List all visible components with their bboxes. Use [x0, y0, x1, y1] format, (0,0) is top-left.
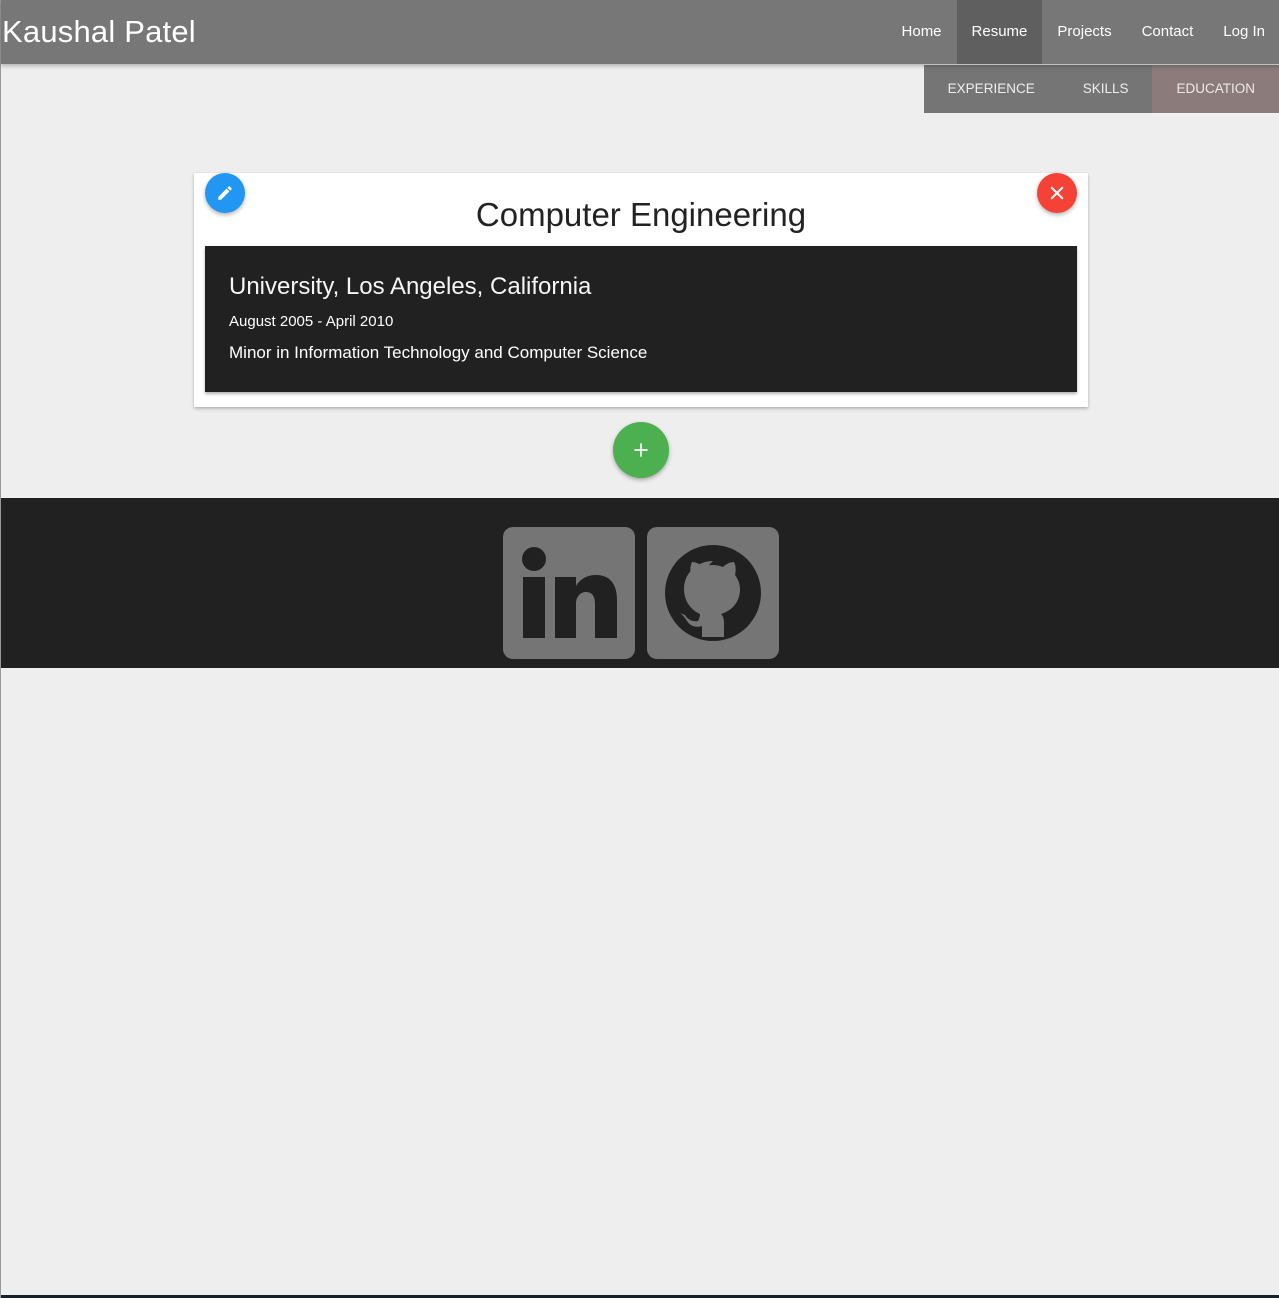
linkedin-link[interactable] [503, 527, 635, 659]
tab-skills[interactable]: SKILLS [1058, 65, 1153, 113]
nav-links: Home Resume Projects Contact Log In [887, 0, 1279, 64]
nav-home[interactable]: Home [887, 0, 957, 64]
github-link[interactable] [647, 527, 779, 659]
close-icon [1050, 186, 1064, 200]
linkedin-icon [522, 547, 617, 638]
resume-subtabs: EXPERIENCE SKILLS EDUCATION [923, 65, 1279, 113]
tab-education[interactable]: EDUCATION [1152, 65, 1279, 113]
entry-school: University, Los Angeles, California [229, 273, 592, 300]
brand-title[interactable]: Kaushal Patel [2, 14, 196, 50]
nav-projects[interactable]: Projects [1042, 0, 1126, 64]
entry-dates: August 2005 - April 2010 [229, 313, 394, 330]
nav-resume[interactable]: Resume [956, 0, 1043, 64]
delete-button[interactable] [1037, 173, 1077, 213]
add-entry-button[interactable] [613, 422, 669, 478]
tab-experience[interactable]: EXPERIENCE [923, 65, 1059, 113]
footer [1, 498, 1279, 668]
card-title: Computer Engineering [475, 196, 807, 233]
nav-contact[interactable]: Contact [1127, 0, 1209, 64]
education-entry: University, Los Angeles, California Augu… [205, 246, 1077, 392]
entry-description: Minor in Information Technology and Comp… [229, 343, 648, 362]
education-card: Computer Engineering University, Los Ang… [194, 173, 1088, 407]
top-navbar: Kaushal Patel Home Resume Projects Conta… [1, 0, 1279, 64]
plus-icon [634, 443, 648, 457]
github-icon [665, 545, 761, 641]
nav-login[interactable]: Log In [1208, 0, 1279, 64]
